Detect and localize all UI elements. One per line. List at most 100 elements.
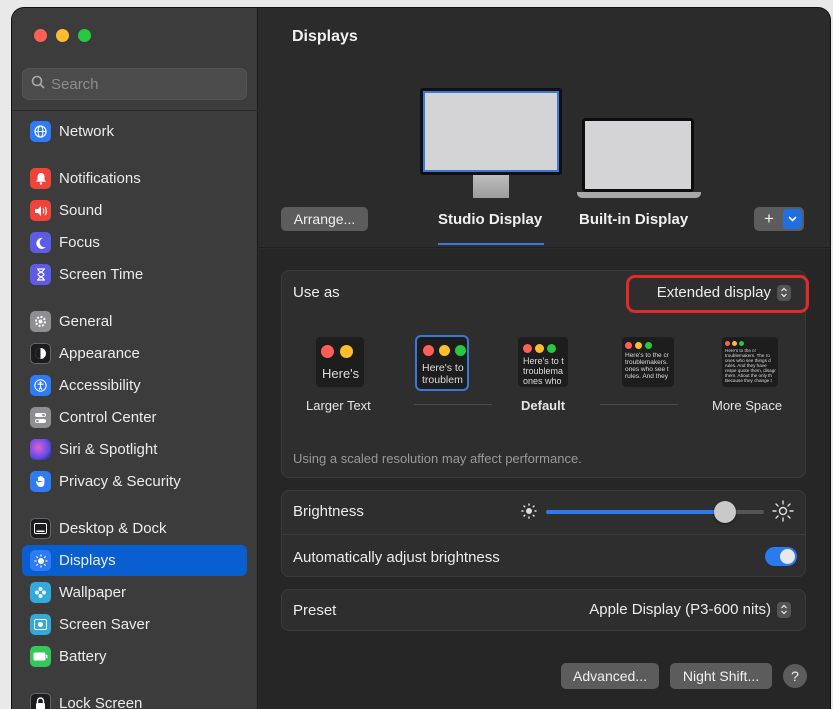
search-box[interactable] — [22, 68, 247, 100]
sidebar-item-appearance[interactable]: Appearance — [22, 338, 247, 369]
siri-icon — [30, 439, 51, 460]
mini-red-dot — [423, 345, 434, 356]
sidebar-item-privacy-security[interactable]: Privacy & Security — [22, 466, 247, 497]
use-as-label: Use as — [293, 284, 340, 301]
mini-red-dot — [523, 344, 532, 353]
advanced-button[interactable]: Advanced... — [561, 663, 659, 689]
sidebar-item-label: Siri & Spotlight — [59, 441, 158, 458]
resolution-card: Use as Extended display Here's Larger Te… — [281, 270, 809, 478]
preset-card: Preset Apple Display (P3-600 nits) — [281, 589, 806, 631]
brightness-label: Brightness — [293, 503, 364, 520]
resolution-label: Default — [521, 398, 566, 413]
sidebar-item-screen-saver[interactable]: Screen Saver — [22, 609, 247, 640]
mini-preview-text: Here's to troublem — [422, 362, 464, 386]
mini-yellow-dot — [340, 345, 353, 358]
brightness-slider-fill — [546, 510, 725, 514]
brightness-slider-knob[interactable] — [714, 501, 736, 523]
resolution-option-4[interactable]: Here's to the cr troublemakers. ones who… — [622, 337, 674, 387]
resolution-label-placeholder — [600, 404, 678, 405]
resolution-option-more-space[interactable]: Here's to the cr troublemakers. The ro o… — [722, 337, 778, 387]
sidebar-item-label: Screen Time — [59, 266, 144, 283]
flower-icon — [30, 582, 51, 603]
toggle-knob — [780, 549, 795, 564]
use-as-select[interactable]: Extended display — [657, 284, 791, 301]
laptop-frame — [582, 118, 694, 192]
auto-brightness-toggle[interactable] — [765, 547, 797, 566]
sidebar-item-label: Sound — [59, 202, 103, 219]
card-divider — [282, 534, 805, 535]
laptop-screen — [585, 121, 691, 189]
sidebar-item-label: Focus — [59, 234, 100, 251]
sidebar-item-label: Accessibility — [59, 377, 141, 394]
auto-brightness-label: Automatically adjust brightness — [293, 549, 500, 566]
brightness-card: Brightness Automatically adjust brightne… — [281, 490, 806, 577]
display-label-built-in[interactable]: Built-in Display — [579, 211, 688, 228]
mini-yellow-dot — [439, 345, 450, 356]
minimize-window-button[interactable] — [56, 29, 69, 42]
resolution-option-larger-text[interactable]: Here's — [316, 337, 364, 387]
sidebar-item-notifications[interactable]: Notifications — [22, 163, 247, 194]
sidebar-item-siri-spotlight[interactable]: Siri & Spotlight — [22, 434, 247, 465]
monitor-stand — [473, 175, 509, 198]
sidebar-item-label: Wallpaper — [59, 584, 126, 601]
sun-icon — [30, 550, 51, 571]
accessibility-icon — [30, 375, 51, 396]
sidebar-item-network[interactable]: Network — [22, 116, 247, 147]
built-in-display-thumbnail[interactable] — [577, 118, 701, 200]
dock-icon — [30, 518, 51, 539]
close-window-button[interactable] — [34, 29, 47, 42]
sidebar-item-label: Control Center — [59, 409, 157, 426]
battery-icon — [30, 646, 51, 667]
bell-icon — [30, 168, 51, 189]
search-input[interactable] — [51, 75, 231, 93]
resolution-option-default[interactable]: Here's to t troublema ones who — [518, 337, 568, 387]
select-stepper-icon — [777, 601, 791, 618]
hourglass-icon — [30, 264, 51, 285]
sidebar-item-general[interactable]: General — [22, 306, 247, 337]
resolution-option-2-selected[interactable]: Here's to troublem — [415, 335, 469, 391]
display-label-studio[interactable]: Studio Display — [438, 211, 542, 228]
sidebar-item-label: Desktop & Dock — [59, 520, 167, 537]
display-settings: Use as Extended display Here's Larger Te… — [259, 249, 830, 709]
chevron-down-icon[interactable] — [783, 209, 802, 229]
search-icon — [31, 75, 45, 94]
sidebar-item-label: Network — [59, 123, 115, 140]
preset-label: Preset — [293, 602, 337, 619]
mini-preview-text: Here's to t troublema ones who — [523, 356, 564, 386]
sidebar-divider — [12, 110, 258, 111]
sidebar-item-wallpaper[interactable]: Wallpaper — [22, 577, 247, 608]
sidebar-item-displays[interactable]: Displays — [22, 545, 247, 576]
toggles-icon — [30, 407, 51, 428]
sidebar-item-label: Notifications — [59, 170, 141, 187]
resolution-label: More Space — [712, 398, 783, 413]
mini-red-dot — [725, 341, 730, 346]
arrange-button[interactable]: Arrange... — [281, 207, 368, 231]
mini-preview-text: Here's to the cr troublemakers. The ro o… — [725, 348, 776, 384]
monitor-frame — [420, 88, 562, 175]
sidebar-item-lock-screen[interactable]: Lock Screen — [22, 688, 247, 709]
sidebar-item-battery[interactable]: Battery — [22, 641, 247, 672]
main-pane: Displays Arrange... Studio Display Built… — [259, 8, 830, 709]
sidebar-item-focus[interactable]: Focus — [22, 227, 247, 258]
sidebar-item-screen-time[interactable]: Screen Time — [22, 259, 247, 290]
speaker-icon — [30, 200, 51, 221]
sidebar-item-label: General — [59, 313, 113, 330]
night-shift-button[interactable]: Night Shift... — [670, 663, 772, 689]
preset-select[interactable]: Apple Display (P3-600 nits) — [589, 601, 791, 618]
sidebar-item-control-center[interactable]: Control Center — [22, 402, 247, 433]
studio-display-thumbnail[interactable] — [420, 88, 562, 198]
help-button[interactable]: ? — [783, 664, 807, 688]
sidebar-item-desktop-dock[interactable]: Desktop & Dock — [22, 513, 247, 544]
appearance-icon — [30, 343, 51, 364]
brightness-slider[interactable] — [546, 501, 764, 523]
sidebar-item-sound[interactable]: Sound — [22, 195, 247, 226]
plus-icon: + — [764, 209, 774, 228]
zoom-window-button[interactable] — [78, 29, 91, 42]
mini-preview-text: Here's to the cr troublemakers. ones who… — [625, 352, 669, 381]
mini-green-dot — [455, 345, 466, 356]
add-display-control[interactable]: + — [754, 207, 804, 231]
mini-preview-text: Here's — [322, 366, 360, 381]
sidebar-item-accessibility[interactable]: Accessibility — [22, 370, 247, 401]
mini-green-dot — [547, 344, 556, 353]
sidebar-item-label: Battery — [59, 648, 107, 665]
